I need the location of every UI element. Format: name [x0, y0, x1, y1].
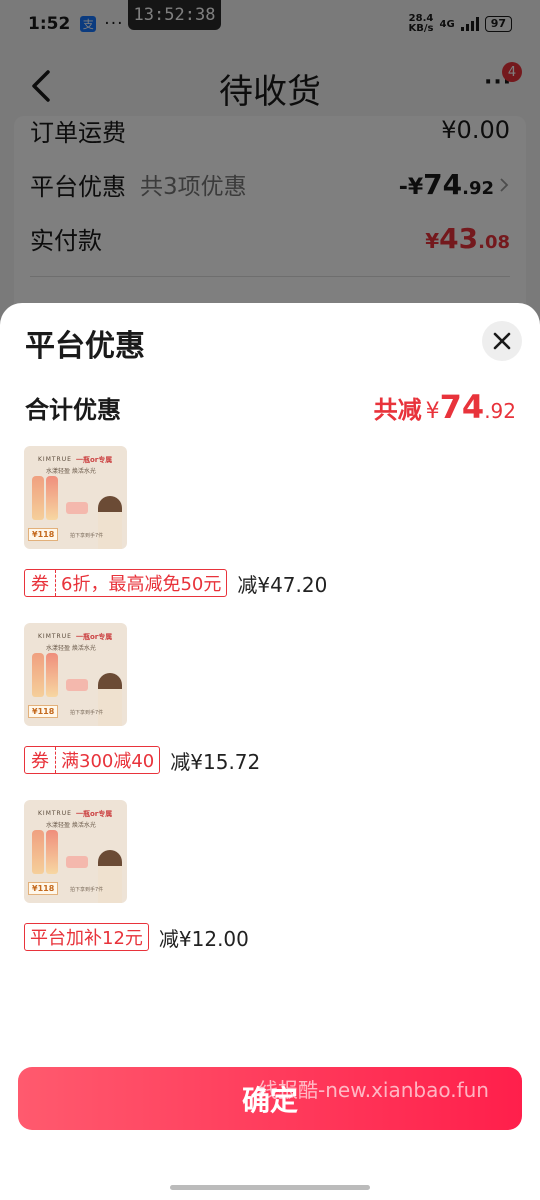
close-icon	[493, 332, 511, 350]
coupon-tag: 券 满300减40	[24, 746, 161, 774]
thumb-cta: 拍下享到手7件	[70, 533, 104, 539]
jar-image	[66, 679, 88, 691]
jar-image	[66, 856, 88, 868]
close-button[interactable]	[482, 321, 522, 361]
bottle-image	[32, 653, 44, 697]
thumb-price: ¥118	[28, 705, 59, 718]
total-decimal: .92	[484, 399, 516, 423]
product-thumbnail[interactable]: KIMTRUE 一瓶or专属 水漾轻盈 焕活水光 ¥118 拍下享到手7件	[24, 623, 127, 726]
coupon-tag: 券 6折，最高减免50元	[24, 569, 228, 597]
bottle-image	[46, 830, 58, 874]
total-discount-row: 合计优惠 共减 ¥ 74 .92	[25, 387, 516, 427]
coupon-desc: 满300减40	[61, 751, 155, 772]
sheet-title: 平台优惠	[25, 329, 145, 364]
coupon-line: 券 满300减40 减¥15.72	[24, 746, 260, 774]
bottle-image	[32, 476, 44, 520]
coupon-line: 平台加补12元 减¥12.00	[24, 923, 249, 951]
coupon-line: 券 6折，最高减免50元 减¥47.20	[24, 569, 327, 597]
thumb-tag: 一瓶or专属	[76, 810, 113, 818]
coupon-kind: 券	[25, 747, 56, 773]
discount-item: KIMTRUE 一瓶or专属 水漾轻盈 焕活水光 ¥118 拍下享到手7件 平台…	[24, 800, 514, 960]
thumb-cta: 拍下享到手7件	[70, 710, 104, 716]
thumb-brand: KIMTRUE	[38, 633, 72, 640]
thumb-slogan: 水漾轻盈 焕活水光	[46, 468, 96, 475]
thumb-brand: KIMTRUE	[38, 456, 72, 463]
reduce-amount: 减¥47.20	[237, 572, 328, 597]
product-thumbnail[interactable]: KIMTRUE 一瓶or专属 水漾轻盈 焕活水光 ¥118 拍下享到手7件	[24, 446, 127, 549]
thumb-cta: 拍下享到手7件	[70, 887, 104, 893]
product-thumbnail[interactable]: KIMTRUE 一瓶or专属 水漾轻盈 焕活水光 ¥118 拍下享到手7件	[24, 800, 127, 903]
bottle-image	[32, 830, 44, 874]
thumb-price: ¥118	[28, 528, 59, 541]
coupon-kind: 券	[25, 570, 56, 596]
watermark-text: 线报酷-new.xianbao.fun	[258, 1078, 489, 1102]
reduce-amount: 减¥12.00	[158, 926, 249, 951]
thumb-slogan: 水漾轻盈 焕活水光	[46, 822, 96, 829]
coupon-tag: 平台加补12元	[24, 923, 149, 951]
thumb-tag: 一瓶or专属	[76, 456, 113, 464]
total-discount-amount: 共减 ¥ 74 .92	[374, 388, 516, 426]
discount-item: KIMTRUE 一瓶or专属 水漾轻盈 焕活水光 ¥118 拍下享到手7件 券 …	[24, 446, 514, 606]
total-discount-label: 合计优惠	[25, 395, 121, 424]
thumb-brand: KIMTRUE	[38, 810, 72, 817]
bottle-image	[46, 476, 58, 520]
total-prefix: 共减	[373, 396, 422, 424]
total-integer: 74	[439, 388, 485, 426]
thumb-price: ¥118	[28, 882, 59, 895]
coupon-desc: 6折，最高减免50元	[61, 574, 222, 595]
model-image	[98, 673, 122, 726]
thumb-slogan: 水漾轻盈 焕活水光	[46, 645, 96, 652]
total-yen: ¥	[425, 399, 440, 424]
reduce-amount: 减¥15.72	[170, 749, 261, 774]
jar-image	[66, 502, 88, 514]
model-image	[98, 850, 122, 903]
model-image	[98, 496, 122, 549]
home-indicator[interactable]	[170, 1185, 370, 1190]
bottle-image	[46, 653, 58, 697]
discount-item: KIMTRUE 一瓶or专属 水漾轻盈 焕活水光 ¥118 拍下享到手7件 券 …	[24, 623, 514, 783]
thumb-tag: 一瓶or专属	[76, 633, 113, 641]
platform-discount-sheet: 平台优惠 合计优惠 共减 ¥ 74 .92 KIMTRUE 一瓶or专属 水漾轻…	[0, 303, 540, 1200]
coupon-desc: 平台加补12元	[30, 928, 143, 949]
